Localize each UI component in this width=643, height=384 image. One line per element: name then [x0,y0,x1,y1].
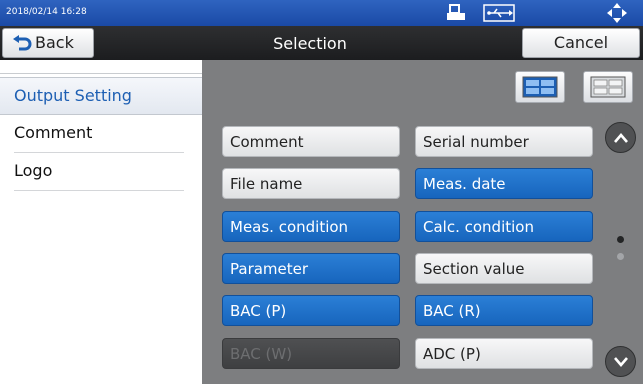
navigation-pad-icon [606,2,628,28]
option-meas-date[interactable]: Meas. date [415,168,593,199]
option-calc-condition[interactable]: Calc. condition [415,211,593,242]
back-button-label: Back [35,33,74,52]
view-toggle-button[interactable] [583,71,633,103]
option-bac-r[interactable]: BAC (R) [415,295,593,326]
scroll-down-button[interactable] [605,346,636,377]
back-arrow-icon [13,35,32,51]
status-bar: 2018/02/14 16:28 [0,0,643,26]
timestamp: 2018/02/14 16:28 [6,7,87,17]
grid-view-icon-selected [522,76,558,98]
sidebar-top-divider [0,60,202,74]
grid-view-icon [590,76,626,98]
option-section-value[interactable]: Section value [415,253,593,284]
page-indicator-dot [617,253,624,260]
scroll-up-button[interactable] [605,122,636,153]
option-meas-condition[interactable]: Meas. condition [222,211,400,242]
sidebar-item-output-setting[interactable]: Output Setting [0,77,202,115]
sidebar-item-label: Output Setting [14,86,132,105]
chevron-down-icon [614,357,628,367]
sidebar-item-comment[interactable]: Comment [14,114,184,153]
usb-icon [483,4,515,26]
printer-icon [445,3,467,27]
option-comment[interactable]: Comment [222,126,400,157]
back-button[interactable]: Back [2,28,94,58]
title-bar: Back Selection Cancel [0,26,643,60]
option-parameter[interactable]: Parameter [222,253,400,284]
option-serial-number[interactable]: Serial number [415,126,593,157]
cancel-button[interactable]: Cancel [522,28,640,58]
option-file-name[interactable]: File name [222,168,400,199]
sidebar-item-logo[interactable]: Logo [14,152,184,191]
view-toggle-button-selected[interactable] [515,71,565,103]
chevron-up-icon [614,133,628,143]
option-bac-p[interactable]: BAC (P) [222,295,400,326]
options-panel: Comment Serial number File name Meas. da… [202,60,643,384]
page-indicator-dot-active [617,236,624,243]
page-title: Selection [273,34,347,53]
option-adc-p[interactable]: ADC (P) [415,338,593,369]
option-bac-w: BAC (W) [222,338,400,369]
